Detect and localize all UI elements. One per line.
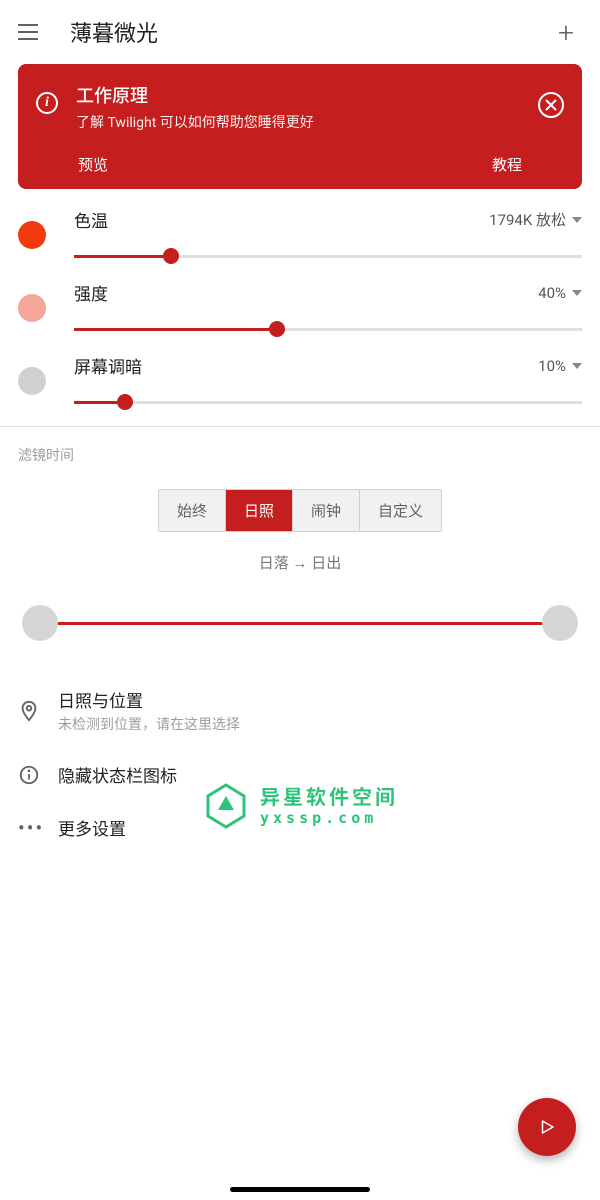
info-card: i 工作原理 了解 Twilight 可以如何帮助您睡得更好 预览 教程 <box>18 64 582 189</box>
intensity-label: 强度 <box>74 280 108 305</box>
timing-hint: 日落 → 日出 <box>0 552 600 573</box>
dim-slider[interactable] <box>74 392 582 412</box>
tab-custom[interactable]: 自定义 <box>360 490 441 531</box>
dim-value[interactable]: 10% <box>538 357 582 375</box>
color-temp-slider[interactable] <box>74 246 582 266</box>
menu-icon[interactable] <box>18 20 42 44</box>
app-bar: 薄暮微光 + <box>0 0 600 64</box>
time-range-slider[interactable] <box>40 603 560 643</box>
divider <box>0 426 600 427</box>
tutorial-button[interactable]: 教程 <box>492 154 522 175</box>
intensity-slider[interactable] <box>74 319 582 339</box>
location-icon <box>18 700 58 722</box>
home-indicator <box>230 1187 370 1192</box>
info-outline-icon <box>18 764 58 786</box>
sliders-section: 色温 1794K 放松 强度 40% <box>0 207 600 412</box>
app-title: 薄暮微光 <box>70 16 550 48</box>
dim-row: 屏幕调暗 10% <box>18 353 582 412</box>
color-temp-value[interactable]: 1794K 放松 <box>489 209 582 230</box>
intensity-swatch <box>18 294 46 322</box>
card-title: 工作原理 <box>76 82 526 108</box>
location-item[interactable]: 日照与位置 未检测到位置，请在这里选择 <box>0 673 600 748</box>
color-temp-label: 色温 <box>74 207 108 232</box>
close-icon[interactable] <box>538 92 564 118</box>
segmented-control: 始终 日照 闹钟 自定义 <box>0 489 600 532</box>
intensity-row: 强度 40% <box>18 280 582 339</box>
play-fab[interactable] <box>518 1098 576 1156</box>
watermark-badge-icon <box>202 782 250 830</box>
card-subtitle: 了解 Twilight 可以如何帮助您睡得更好 <box>76 112 526 132</box>
filter-time-label: 滤镜时间 <box>0 445 600 465</box>
tab-always[interactable]: 始终 <box>159 490 226 531</box>
chevron-down-icon <box>572 363 582 369</box>
intensity-value[interactable]: 40% <box>538 284 582 302</box>
more-icon: ••• <box>18 816 58 840</box>
info-icon: i <box>36 92 58 114</box>
location-title: 日照与位置 <box>58 687 582 712</box>
dim-swatch <box>18 367 46 395</box>
tab-sun[interactable]: 日照 <box>226 490 293 531</box>
add-icon[interactable]: + <box>550 16 582 49</box>
watermark-line1: 异星软件空间 <box>260 785 398 809</box>
range-thumb-end[interactable] <box>542 605 578 641</box>
chevron-down-icon <box>572 217 582 223</box>
color-temp-swatch <box>18 221 46 249</box>
color-temp-row: 色温 1794K 放松 <box>18 207 582 266</box>
tab-alarm[interactable]: 闹钟 <box>293 490 360 531</box>
range-thumb-start[interactable] <box>22 605 58 641</box>
preview-button[interactable]: 预览 <box>78 154 108 175</box>
location-sub: 未检测到位置，请在这里选择 <box>58 714 582 734</box>
watermark: 异星软件空间 yxssp.com <box>202 782 398 830</box>
play-icon <box>538 1118 556 1136</box>
watermark-line2: yxssp.com <box>260 809 398 827</box>
dim-label: 屏幕调暗 <box>74 353 142 378</box>
chevron-down-icon <box>572 290 582 296</box>
